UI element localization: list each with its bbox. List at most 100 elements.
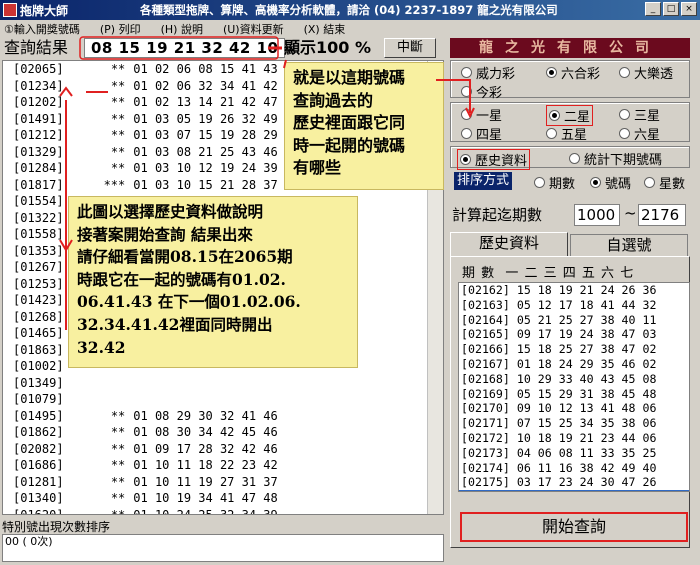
result-row-id: [01268] <box>13 309 64 324</box>
annotation-note-1: 就是以這期號碼 查詢過去的 歷史裡面跟它同 時一起開的號碼 有哪些 <box>284 62 444 190</box>
stop-button[interactable]: 中斷 <box>384 38 436 58</box>
minimize-button[interactable]: _ <box>645 2 661 16</box>
history-row[interactable]: [02171] 07 15 25 34 35 38 06 <box>459 416 689 431</box>
start-query-button[interactable]: 開始查詢 <box>460 512 688 542</box>
history-row[interactable]: [02175] 03 17 23 24 30 47 26 <box>459 475 689 490</box>
history-list[interactable]: [02162] 15 18 19 21 24 26 36 [02163] 05 1… <box>458 282 690 492</box>
result-row-id: [01281] <box>13 474 64 489</box>
radio-liuhecai[interactable]: 六合彩 <box>546 63 600 82</box>
result-row-stars: ** <box>110 144 126 159</box>
history-row[interactable]: [02163] 05 12 17 18 41 44 32 <box>459 298 689 313</box>
menu-input-numbers[interactable]: ①輸入開獎號碼 <box>4 21 80 37</box>
result-row-numbers: 01 03 07 15 19 28 29 <box>133 128 278 142</box>
menu-print[interactable]: (P) 列印 <box>100 21 141 37</box>
radio-stats[interactable]: 統計下期號碼 <box>569 149 662 168</box>
result-row[interactable]: [01349] <box>3 375 443 392</box>
result-row-stars: ** <box>110 95 126 109</box>
title-bar: 拖牌大師 各種類型拖牌、算牌、高機率分析軟體，請洽 (04) 2237-1897… <box>0 0 700 20</box>
result-row-id: [01353] <box>13 243 64 258</box>
sort-label: 排序方式 <box>454 172 513 190</box>
result-row-stars: ** <box>110 507 126 515</box>
result-row[interactable]: [01340] ** 01 10 19 34 41 47 48 <box>3 490 443 507</box>
radio-weilicai[interactable]: 威力彩 <box>461 63 515 82</box>
tab-custom[interactable]: 自選號 <box>570 234 688 256</box>
result-row[interactable]: [01281] ** 01 10 11 19 27 31 37 <box>3 474 443 491</box>
history-row[interactable]: [02170] 09 10 12 13 41 48 06 <box>459 401 689 416</box>
result-row-id: [01558] <box>13 227 64 241</box>
radio-5star[interactable]: 五星 <box>546 124 587 143</box>
result-row[interactable]: [01686] ** 01 10 11 18 22 23 42 <box>3 457 443 474</box>
radio-sort-star[interactable]: 星數 <box>644 173 685 192</box>
range-from-input[interactable]: 1000 <box>574 204 620 226</box>
history-row[interactable]: [02172] 10 18 19 21 23 44 06 <box>459 431 689 446</box>
result-row-id: [01495] <box>13 408 64 423</box>
result-row-id: [01329] <box>13 144 64 159</box>
radio-6star[interactable]: 六星 <box>619 124 660 143</box>
query-result-label: 查詢結果 <box>4 38 69 57</box>
note-line: 歷史裡面跟它同 <box>293 113 406 132</box>
radio-jincai[interactable]: 今彩 <box>461 82 502 101</box>
result-row-id: [02065] <box>13 62 64 76</box>
radio-1star[interactable]: 一星 <box>461 105 502 124</box>
note-line: 32.34.41.42裡面同時開出 <box>77 314 273 334</box>
result-row-stars: ** <box>110 441 126 456</box>
result-row-id: [01322] <box>13 210 64 225</box>
result-row-id: [01620] <box>13 507 64 515</box>
result-row-stars: ** <box>110 408 126 423</box>
result-row-stars: ** <box>110 111 126 126</box>
result-row-id: [01234] <box>13 78 64 93</box>
range-separator: ~ <box>624 204 637 222</box>
history-row[interactable]: [02168] 10 29 33 40 43 45 08 <box>459 372 689 387</box>
note-line: 此圖以選擇歷史資料做說明 <box>77 202 264 221</box>
result-row-stars: *** <box>103 177 126 192</box>
history-row[interactable]: [02166] 15 18 25 27 38 47 02 <box>459 342 689 357</box>
tab-history[interactable]: 歷史資料 <box>450 232 568 256</box>
history-row[interactable]: [02162] 15 18 19 21 24 26 36 <box>459 283 689 298</box>
menu-bar: ①輸入開獎號碼 (P) 列印 (H) 說明 (U)資料更新 (X) 結束 <box>0 20 700 38</box>
result-row-stars: ** <box>110 425 126 439</box>
note-line: 接著案開始查詢 結果出來 <box>77 224 253 244</box>
result-row-numbers: 01 03 05 19 26 32 49 <box>133 111 278 126</box>
result-row-id: [01817] <box>13 177 64 192</box>
history-row[interactable]: [02165] 09 17 19 24 38 47 03 <box>459 327 689 342</box>
maximize-button[interactable]: □ <box>663 2 679 16</box>
menu-exit[interactable]: (X) 結束 <box>304 21 346 37</box>
history-row[interactable]: [02167] 01 18 24 29 35 46 02 <box>459 357 689 372</box>
result-row[interactable]: [02082] ** 01 09 17 28 32 42 46 <box>3 441 443 458</box>
radio-sort-period[interactable]: 期數 <box>534 173 575 192</box>
company-banner: 龍之光有限公司 <box>450 38 690 58</box>
result-row-numbers: 01 03 08 21 25 43 46 <box>133 144 278 159</box>
history-row[interactable]: [02164] 05 21 25 27 38 40 11 <box>459 313 689 328</box>
note-line: 就是以這期號碼 <box>293 68 406 87</box>
result-row-numbers: 01 10 11 18 22 23 42 <box>133 458 278 472</box>
app-title: 拖牌大師 <box>20 3 69 18</box>
radio-history[interactable]: 歷史資料 <box>457 149 531 170</box>
history-row[interactable]: [02173] 04 06 08 11 33 35 25 <box>459 446 689 461</box>
radio-sort-number[interactable]: 號碼 <box>590 173 631 192</box>
note-line: 時一起開的號碼 <box>293 135 406 155</box>
menu-help[interactable]: (H) 說明 <box>161 21 203 37</box>
menu-update[interactable]: (U)資料更新 <box>223 21 284 37</box>
radio-daletou[interactable]: 大樂透 <box>619 63 673 82</box>
result-row[interactable]: [01862] ** 01 08 30 34 42 45 46 <box>3 424 443 441</box>
result-row-id: [01349] <box>13 375 64 390</box>
range-to-input[interactable]: 2176 <box>638 204 686 226</box>
history-row[interactable]: [02169] 05 15 29 31 38 45 48 <box>459 387 689 402</box>
display-percent: 顯示100 % <box>284 38 372 57</box>
history-row[interactable]: [02174] 06 11 16 38 42 49 40 <box>459 461 689 476</box>
result-row-id: [01340] <box>13 491 64 505</box>
result-row[interactable]: [01079] <box>3 391 443 408</box>
note-line: 有哪些 <box>293 158 342 177</box>
result-row-stars: ** <box>110 491 126 505</box>
radio-2star[interactable]: 二星 <box>546 105 594 126</box>
result-row-numbers: 01 08 30 34 42 45 46 <box>133 425 278 439</box>
result-row-stars: ** <box>110 62 126 76</box>
close-button[interactable]: × <box>681 2 697 16</box>
result-row[interactable]: [01620] ** 01 10 24 25 32 34 39 <box>3 507 443 515</box>
radio-4star[interactable]: 四星 <box>461 124 502 143</box>
result-row[interactable]: [01495] ** 01 08 29 30 32 41 46 <box>3 408 443 425</box>
star-group: 一星 二星 三星 四星 五星 六星 <box>450 102 690 143</box>
radio-3star[interactable]: 三星 <box>619 105 660 124</box>
history-header: 期 數 一 二 三 四 五 六 七 <box>462 266 635 281</box>
history-row[interactable]: [02176] 08 15 19 21 32 42 10 <box>459 490 689 491</box>
